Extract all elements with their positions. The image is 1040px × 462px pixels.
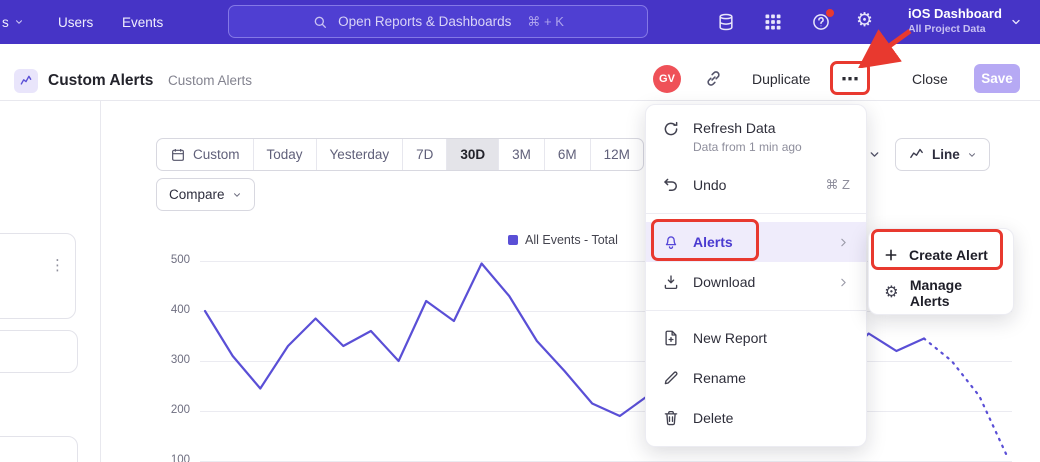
segment-custom[interactable]: Custom xyxy=(157,139,253,170)
segment-6m[interactable]: 6M xyxy=(544,139,590,170)
app: s Users Events Open Reports & Dashboards… xyxy=(0,0,1040,462)
link-icon[interactable] xyxy=(704,69,723,88)
menu-item-rename[interactable]: Rename xyxy=(646,358,866,398)
avatar[interactable]: GV xyxy=(653,65,681,93)
search-placeholder: Open Reports & Dashboards xyxy=(338,14,511,29)
download-icon xyxy=(662,273,680,291)
page-title: Custom Alerts xyxy=(48,72,153,90)
nav-item-events[interactable]: Events xyxy=(122,0,163,44)
context-menu: Refresh Data Data from 1 min ago Undo ⌘ … xyxy=(645,104,867,447)
menu-item-label: Rename xyxy=(693,370,746,386)
menu-item-sublabel: Data from 1 min ago xyxy=(693,140,802,154)
sidebar-card[interactable] xyxy=(0,233,76,319)
chevron-right-icon xyxy=(837,236,850,249)
segment-today[interactable]: Today xyxy=(253,139,316,170)
chevron-down-icon xyxy=(967,150,977,160)
chevron-down-icon[interactable] xyxy=(1010,16,1022,28)
notification-dot xyxy=(826,9,834,17)
chart-type-button[interactable]: Line xyxy=(895,138,990,171)
date-range-segmented-control: Custom Today Yesterday 7D 30D 3M 6M 12M xyxy=(156,138,644,171)
y-axis-tick: 100 xyxy=(150,454,190,462)
project-subtitle: All Project Data xyxy=(908,23,1002,35)
legend-swatch xyxy=(508,235,518,245)
search-shortcut: ⌘ + K xyxy=(527,14,564,30)
gear-icon: ⚙ xyxy=(883,284,900,302)
save-button[interactable]: Save xyxy=(974,64,1020,93)
menu-item-label: Alerts xyxy=(693,234,733,250)
menu-divider xyxy=(646,310,866,311)
project-selector[interactable]: iOS Dashboard All Project Data xyxy=(908,6,1002,35)
chart-legend: All Events - Total xyxy=(508,233,618,247)
nav-item-boards-partial[interactable]: s xyxy=(2,0,24,44)
duplicate-button[interactable]: Duplicate xyxy=(752,71,810,87)
plus-icon xyxy=(883,247,899,263)
legend-label: All Events - Total xyxy=(525,233,618,247)
kebab-icon[interactable]: ⋮ xyxy=(50,256,65,274)
submenu-item-create-alert[interactable]: Create Alert xyxy=(869,237,1013,273)
menu-item-label: Delete xyxy=(693,410,733,426)
compare-label: Compare xyxy=(169,187,225,202)
line-chart-icon xyxy=(908,146,925,163)
report-icon xyxy=(14,69,38,93)
sidebar-divider xyxy=(100,101,101,462)
segment-30d-selected[interactable]: 30D xyxy=(446,139,498,170)
sidebar-card[interactable] xyxy=(0,436,78,462)
segment-12m[interactable]: 12M xyxy=(590,139,643,170)
menu-item-label: Undo xyxy=(693,177,726,193)
search-icon xyxy=(312,14,328,30)
global-search-input[interactable]: Open Reports & Dashboards ⌘ + K xyxy=(228,5,648,38)
segment-yesterday[interactable]: Yesterday xyxy=(316,139,403,170)
menu-item-refresh-data[interactable]: Refresh Data Data from 1 min ago xyxy=(646,113,866,165)
segment-3m[interactable]: 3M xyxy=(498,139,544,170)
report-header: Custom Alerts Custom Alerts GV Duplicate… xyxy=(0,44,1040,101)
menu-item-label: Refresh Data xyxy=(693,120,802,136)
submenu-item-label: Manage Alerts xyxy=(910,277,999,309)
gear-icon[interactable]: ⚙ xyxy=(856,11,876,31)
y-axis-tick: 500 xyxy=(150,254,190,266)
apps-grid-icon[interactable] xyxy=(763,12,783,32)
chevron-down-icon[interactable] xyxy=(868,148,881,161)
chevron-right-icon xyxy=(837,276,850,289)
menu-item-undo[interactable]: Undo ⌘ Z xyxy=(646,165,866,205)
sidebar-card[interactable] xyxy=(0,330,78,373)
chevron-down-icon xyxy=(232,190,242,200)
menu-item-label: New Report xyxy=(693,330,767,346)
menu-item-delete[interactable]: Delete xyxy=(646,398,866,438)
submenu-item-label: Create Alert xyxy=(909,247,988,263)
chevron-down-icon xyxy=(14,17,24,27)
y-axis-tick: 200 xyxy=(150,404,190,416)
alerts-submenu: Create Alert ⚙ Manage Alerts xyxy=(868,228,1014,315)
undo-icon xyxy=(662,176,680,194)
project-title: iOS Dashboard xyxy=(908,6,1002,21)
menu-item-download[interactable]: Download xyxy=(646,262,866,302)
menu-item-shortcut: ⌘ Z xyxy=(825,177,850,193)
menu-item-label: Download xyxy=(693,274,755,290)
calendar-icon xyxy=(170,147,186,163)
trash-icon xyxy=(662,409,680,427)
data-management-icon[interactable] xyxy=(716,12,736,32)
y-axis-tick: 400 xyxy=(150,304,190,316)
chart-type-label: Line xyxy=(932,147,960,162)
segment-7d[interactable]: 7D xyxy=(402,139,446,170)
menu-item-alerts[interactable]: Alerts xyxy=(646,222,866,262)
y-axis-tick: 300 xyxy=(150,354,190,366)
new-report-icon xyxy=(662,329,680,347)
bell-icon xyxy=(662,233,680,251)
breadcrumb: Custom Alerts xyxy=(168,73,252,88)
nav-item-users[interactable]: Users xyxy=(58,0,93,44)
close-button[interactable]: Close xyxy=(912,71,948,87)
segment-label: Custom xyxy=(193,147,240,162)
refresh-icon xyxy=(662,120,680,138)
pencil-icon xyxy=(662,369,680,387)
compare-button[interactable]: Compare xyxy=(156,178,255,211)
more-options-button[interactable]: ⋯ xyxy=(835,65,865,93)
menu-divider xyxy=(646,213,866,214)
top-navbar: s Users Events Open Reports & Dashboards… xyxy=(0,0,1040,44)
nav-item-label: s xyxy=(2,15,9,30)
submenu-item-manage-alerts[interactable]: ⚙ Manage Alerts xyxy=(869,275,1013,311)
menu-item-new-report[interactable]: New Report xyxy=(646,318,866,358)
